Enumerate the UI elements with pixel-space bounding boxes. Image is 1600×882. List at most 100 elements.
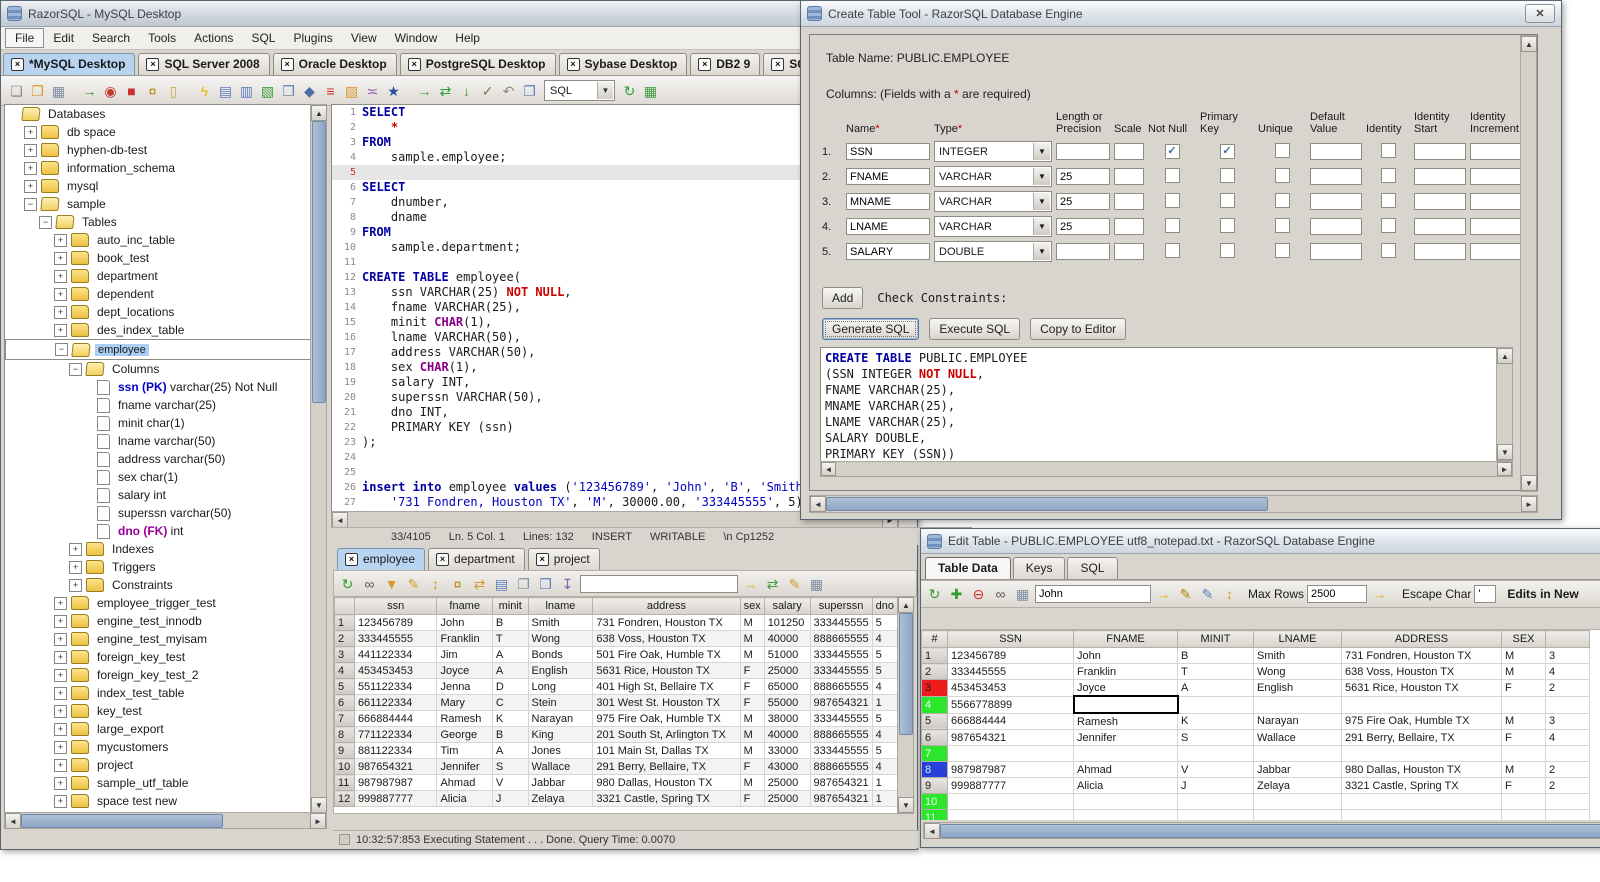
- cell[interactable]: Ramesh: [436, 710, 493, 727]
- cell[interactable]: F: [739, 694, 765, 711]
- cell[interactable]: Wong: [1253, 663, 1342, 680]
- expand-icon[interactable]: +: [54, 794, 67, 808]
- unique-checkbox[interactable]: [1274, 142, 1290, 158]
- unique-checkbox[interactable]: [1274, 242, 1290, 258]
- edit-search-input[interactable]: [1035, 585, 1151, 603]
- tree-hscrollbar[interactable]: ◄ ►: [4, 812, 327, 829]
- refresh-results-icon[interactable]: ↻: [338, 574, 357, 593]
- cell[interactable]: M: [739, 726, 765, 743]
- cell[interactable]: Ahmad: [1073, 761, 1178, 778]
- tree-item-sample[interactable]: − sample: [5, 195, 311, 213]
- cell[interactable]: 40000: [763, 726, 811, 743]
- identity-increment-input[interactable]: [1470, 143, 1526, 160]
- query-builder-icon[interactable]: ▨: [342, 81, 361, 100]
- scroll-down-arrow[interactable]: ▼: [311, 797, 327, 813]
- tree-item-ssn-pk-[interactable]: ssn (PK) varchar(25) Not Null: [5, 378, 311, 396]
- edit-row-5[interactable]: 5 666884444 Ramesh K Narayan 975 Fire Oak, Hu…: [921, 712, 1590, 730]
- cell[interactable]: [1545, 745, 1590, 762]
- primary-key-checkbox[interactable]: [1219, 217, 1235, 233]
- cell[interactable]: 501 Fire Oak, Humble TX: [592, 646, 741, 663]
- view-glasses-icon[interactable]: ∞: [360, 574, 379, 593]
- scroll-up-arrow[interactable]: ▲: [1521, 36, 1537, 52]
- cell[interactable]: 38000: [763, 710, 811, 727]
- result-col-ssn[interactable]: ssn: [353, 597, 438, 615]
- conn-tab-sybase-desktop[interactable]: × Sybase Desktop: [558, 53, 688, 75]
- length-input[interactable]: [1056, 193, 1110, 210]
- result-row-2[interactable]: 2 333445555 Franklin T Wong 638 Voss, Houston…: [334, 630, 898, 647]
- cell[interactable]: V: [1177, 761, 1254, 778]
- result-tab-project[interactable]: × project: [527, 548, 600, 570]
- column-type-dropdown[interactable]: VARCHAR ▼: [934, 216, 1052, 237]
- cell[interactable]: M: [739, 710, 765, 727]
- expand-icon[interactable]: +: [69, 542, 82, 556]
- menu-edit[interactable]: Edit: [44, 29, 83, 47]
- result-row-11[interactable]: 11 987987987 Ahmad V Jabbar 980 Dallas, Houst…: [334, 774, 898, 791]
- row-number[interactable]: 4: [334, 662, 355, 679]
- length-input[interactable]: [1056, 218, 1110, 235]
- cell[interactable]: 5631 Rice, Houston TX: [1341, 679, 1502, 697]
- menu-tools[interactable]: Tools: [139, 29, 185, 47]
- tree-item-des-index-table[interactable]: + des_index_table: [5, 321, 311, 339]
- result-row-3[interactable]: 3 441122334 Jim A Bonds 501 Fire Oak, Humble …: [334, 646, 898, 663]
- edit-tab-sql[interactable]: SQL: [1067, 557, 1118, 579]
- expand-icon[interactable]: +: [54, 632, 67, 646]
- edit-arrow-icon[interactable]: ✎: [1198, 585, 1217, 604]
- cell[interactable]: M: [1501, 647, 1546, 664]
- cell[interactable]: English: [527, 662, 594, 679]
- tree-item-fname-varchar-25-[interactable]: fname varchar(25): [5, 396, 311, 414]
- go-arrow2-icon[interactable]: →: [1370, 585, 1389, 604]
- result-tab-employee[interactable]: × employee: [337, 548, 426, 570]
- cell[interactable]: 401 High St, Bellaire TX: [592, 678, 741, 695]
- cell[interactable]: F: [1501, 729, 1546, 746]
- results-vscrollbar[interactable]: ▲ ▼: [897, 596, 914, 814]
- cell[interactable]: M: [739, 646, 765, 663]
- edit-pencil-icon[interactable]: ✎: [785, 574, 804, 593]
- row-number[interactable]: 4: [921, 695, 948, 714]
- expand-icon[interactable]: +: [54, 233, 67, 247]
- chevron-down-icon[interactable]: ▼: [1033, 143, 1050, 160]
- page-search-icon[interactable]: ▥: [237, 81, 256, 100]
- identity-checkbox[interactable]: [1380, 217, 1396, 233]
- cell[interactable]: F: [739, 758, 765, 775]
- tree-item-dno-fk-[interactable]: dno (FK) int: [5, 522, 311, 540]
- cell[interactable]: S: [491, 758, 529, 775]
- row-number[interactable]: 9: [921, 777, 948, 794]
- row-number[interactable]: 11: [921, 809, 948, 820]
- result-col-salary[interactable]: salary: [763, 597, 811, 615]
- expand-icon[interactable]: +: [54, 596, 67, 610]
- expand-icon[interactable]: +: [54, 614, 67, 628]
- cell[interactable]: 987654321: [353, 758, 438, 775]
- cell[interactable]: M: [1501, 663, 1546, 680]
- cell[interactable]: Narayan: [527, 710, 594, 727]
- cell[interactable]: English: [1253, 679, 1342, 697]
- cell[interactable]: T: [491, 630, 529, 647]
- cell[interactable]: 55000: [763, 694, 811, 711]
- cell[interactable]: [1177, 809, 1254, 820]
- cell[interactable]: 1: [871, 694, 898, 711]
- cell[interactable]: 33000: [763, 742, 811, 759]
- cell[interactable]: Jabbar: [527, 774, 594, 791]
- dialog-vscrollbar[interactable]: ▲ ▼: [1520, 35, 1537, 492]
- cell[interactable]: 291 Berry, Bellaire, TX: [1341, 729, 1502, 746]
- cell[interactable]: 5: [871, 614, 898, 631]
- tree-item-salary-int[interactable]: salary int: [5, 486, 311, 504]
- expand-icon[interactable]: +: [54, 287, 67, 301]
- cell[interactable]: Ahmad: [436, 774, 493, 791]
- tree-item-indexes[interactable]: + Indexes: [5, 540, 311, 558]
- conn-tab--mysql-desktop[interactable]: × *MySQL Desktop: [3, 53, 136, 75]
- cell[interactable]: 987654321: [809, 790, 873, 807]
- cell[interactable]: M: [739, 774, 765, 791]
- row-number[interactable]: 12: [334, 790, 355, 807]
- expand-icon[interactable]: +: [54, 740, 67, 754]
- cell[interactable]: K: [1177, 712, 1254, 730]
- cell[interactable]: M: [739, 742, 765, 759]
- tree-item-project[interactable]: + project: [5, 756, 311, 774]
- tree-item-hyphen-db-test[interactable]: + hyphen-db-test: [5, 141, 311, 159]
- result-grid[interactable]: ssn fname minit lname address sex salary supers…: [334, 597, 898, 807]
- cell[interactable]: 333445555: [809, 662, 873, 679]
- result-row-10[interactable]: 10 987654321 Jennifer S Wallace 291 Berry, Be…: [334, 758, 898, 775]
- page-refresh-icon[interactable]: ▧: [258, 81, 277, 100]
- tree-item-foreign-key-test[interactable]: + foreign_key_test: [5, 648, 311, 666]
- cell[interactable]: Smith: [527, 614, 594, 631]
- result-col-address[interactable]: address: [592, 597, 741, 615]
